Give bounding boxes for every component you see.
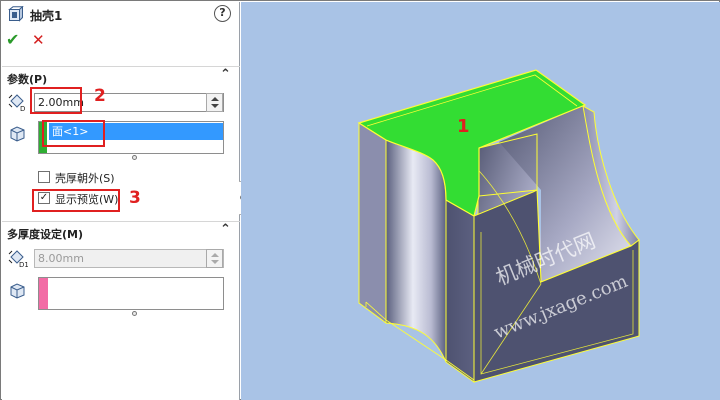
callout-1: 1 (457, 116, 470, 137)
window-frame: 抽壳1 ? ✔ ✕ 参数(P) ⌃ D 2.00mm 面<1> 壳厚朝外(S) … (0, 0, 720, 400)
shell-feature-icon (8, 6, 24, 22)
ok-button[interactable]: ✔ (6, 31, 22, 49)
spin-up-icon[interactable] (211, 97, 219, 101)
graphics-viewport[interactable]: 1 机械时代网 www.jxage.com (241, 2, 720, 400)
shell-outward-label: 壳厚朝外(S) (55, 172, 115, 185)
multi-thickness-faces-icon (10, 283, 25, 299)
parameters-section-label: 参数(P) (7, 73, 48, 86)
list-resize-grip[interactable] (132, 155, 137, 160)
multi-thickness-icon: D1 (8, 250, 28, 268)
collapse-chevron-icon[interactable]: ⌃ (220, 222, 231, 237)
multi-thickness-faces-list[interactable] (38, 277, 224, 310)
property-manager-panel: 抽壳1 ? ✔ ✕ 参数(P) ⌃ D 2.00mm 面<1> 壳厚朝外(S) … (2, 2, 240, 400)
spin-up-icon (211, 253, 219, 257)
faces-to-remove-icon (10, 126, 25, 142)
collapse-chevron-icon[interactable]: ⌃ (220, 67, 231, 82)
shell-preview-model[interactable] (241, 2, 720, 400)
multi-thickness-value: 8.00mm (38, 252, 84, 265)
thickness-icon: D (8, 94, 25, 112)
callout-2: 2 (94, 86, 106, 106)
multi-thickness-section-label: 多厚度设定(M) (7, 228, 84, 241)
annotation-box-face (42, 120, 105, 147)
multi-thickness-input: 8.00mm (34, 249, 224, 268)
parameters-section-header[interactable]: 参数(P) ⌃ (2, 66, 240, 86)
face-color-marker (39, 278, 48, 309)
annotation-box-thickness (30, 87, 82, 114)
callout-3: 3 (129, 188, 141, 208)
multi-thickness-spinner (206, 249, 223, 268)
front-left-face (445, 199, 475, 383)
panel-titlebar: 抽壳1 ? (2, 2, 240, 28)
cancel-button[interactable]: ✕ (32, 31, 48, 49)
svg-text:D1: D1 (19, 261, 28, 268)
annotation-box-preview (32, 189, 120, 212)
svg-text:D: D (20, 105, 25, 112)
spin-down-icon (211, 260, 219, 264)
shell-outward-checkbox[interactable] (38, 171, 50, 183)
left-side-face (358, 122, 387, 324)
multi-thickness-section-header[interactable]: 多厚度设定(M) ⌃ (2, 221, 240, 241)
help-button[interactable]: ? (214, 5, 231, 22)
feature-title: 抽壳1 (30, 9, 63, 23)
spin-down-icon[interactable] (211, 104, 219, 108)
list-resize-grip[interactable] (132, 311, 137, 316)
thickness-spinner[interactable] (206, 93, 223, 112)
left-cylinder-face (385, 139, 447, 363)
